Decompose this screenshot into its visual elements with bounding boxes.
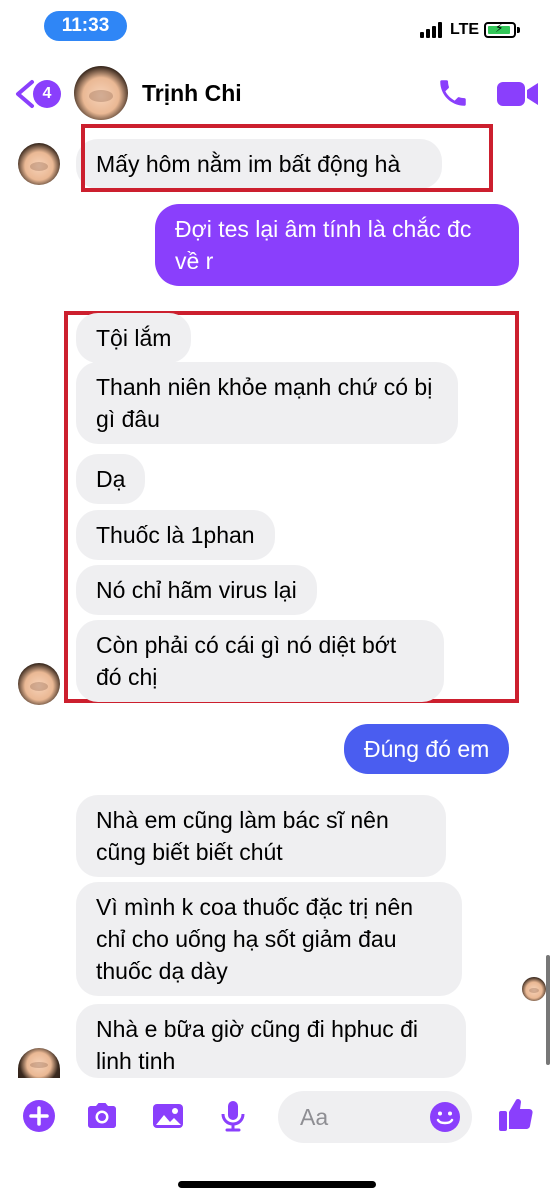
sender-avatar[interactable] [18,663,60,705]
message-incoming[interactable]: Nhà e bữa giờ cũng đi hphuc đi linh tinh [76,1004,466,1078]
thumbs-up-icon[interactable] [496,1094,536,1134]
message-outgoing[interactable]: Đợi tes lại âm tính là chắc đc về r [155,204,519,286]
message-outgoing[interactable]: Đúng đó em [344,724,510,774]
message-input[interactable]: Aa [278,1091,472,1143]
battery-icon: ⚡ [484,21,520,38]
emoji-icon[interactable] [428,1100,462,1134]
status-bar: 11:33 LTE ⚡ [0,0,554,52]
message-incoming[interactable]: Nó chỉ hãm virus lại [76,565,317,615]
signal-icon [420,22,444,38]
message-incoming[interactable]: Dạ [76,454,146,504]
network-label: LTE [450,21,480,38]
image-icon[interactable] [150,1098,186,1134]
plus-icon[interactable] [21,1098,57,1134]
contact-avatar[interactable] [74,66,128,120]
chat-header: 4 Trịnh Chi [0,60,554,128]
home-indicator [178,1181,376,1188]
sender-avatar[interactable] [18,143,60,185]
microphone-icon[interactable] [215,1098,251,1134]
sender-avatar[interactable] [18,1048,60,1078]
unread-badge[interactable]: 4 [33,80,61,108]
status-time: 11:33 [44,11,127,41]
message-incoming[interactable]: Còn phải có cái gì nó diệt bớt đó chị [76,620,444,702]
contact-name[interactable]: Trịnh Chi [142,80,242,107]
camera-icon[interactable] [84,1098,120,1134]
message-incoming[interactable]: Thanh niên khỏe mạnh chứ có bị gì đâu [76,362,458,444]
message-incoming[interactable]: Tội lắm [76,313,192,363]
phone-icon[interactable] [436,76,470,110]
highlight-box [81,124,493,192]
scrollbar[interactable] [546,955,550,1065]
message-incoming[interactable]: Nhà em cũng làm bác sĩ nên cũng biết biế… [76,795,446,877]
message-incoming[interactable]: Thuốc là 1phan [76,510,275,560]
read-receipt-avatar [522,977,546,1001]
video-camera-icon[interactable] [496,80,540,108]
message-input-placeholder: Aa [300,1104,329,1130]
message-incoming[interactable]: Vì mình k coa thuốc đặc trị nên chỉ cho … [76,882,462,996]
